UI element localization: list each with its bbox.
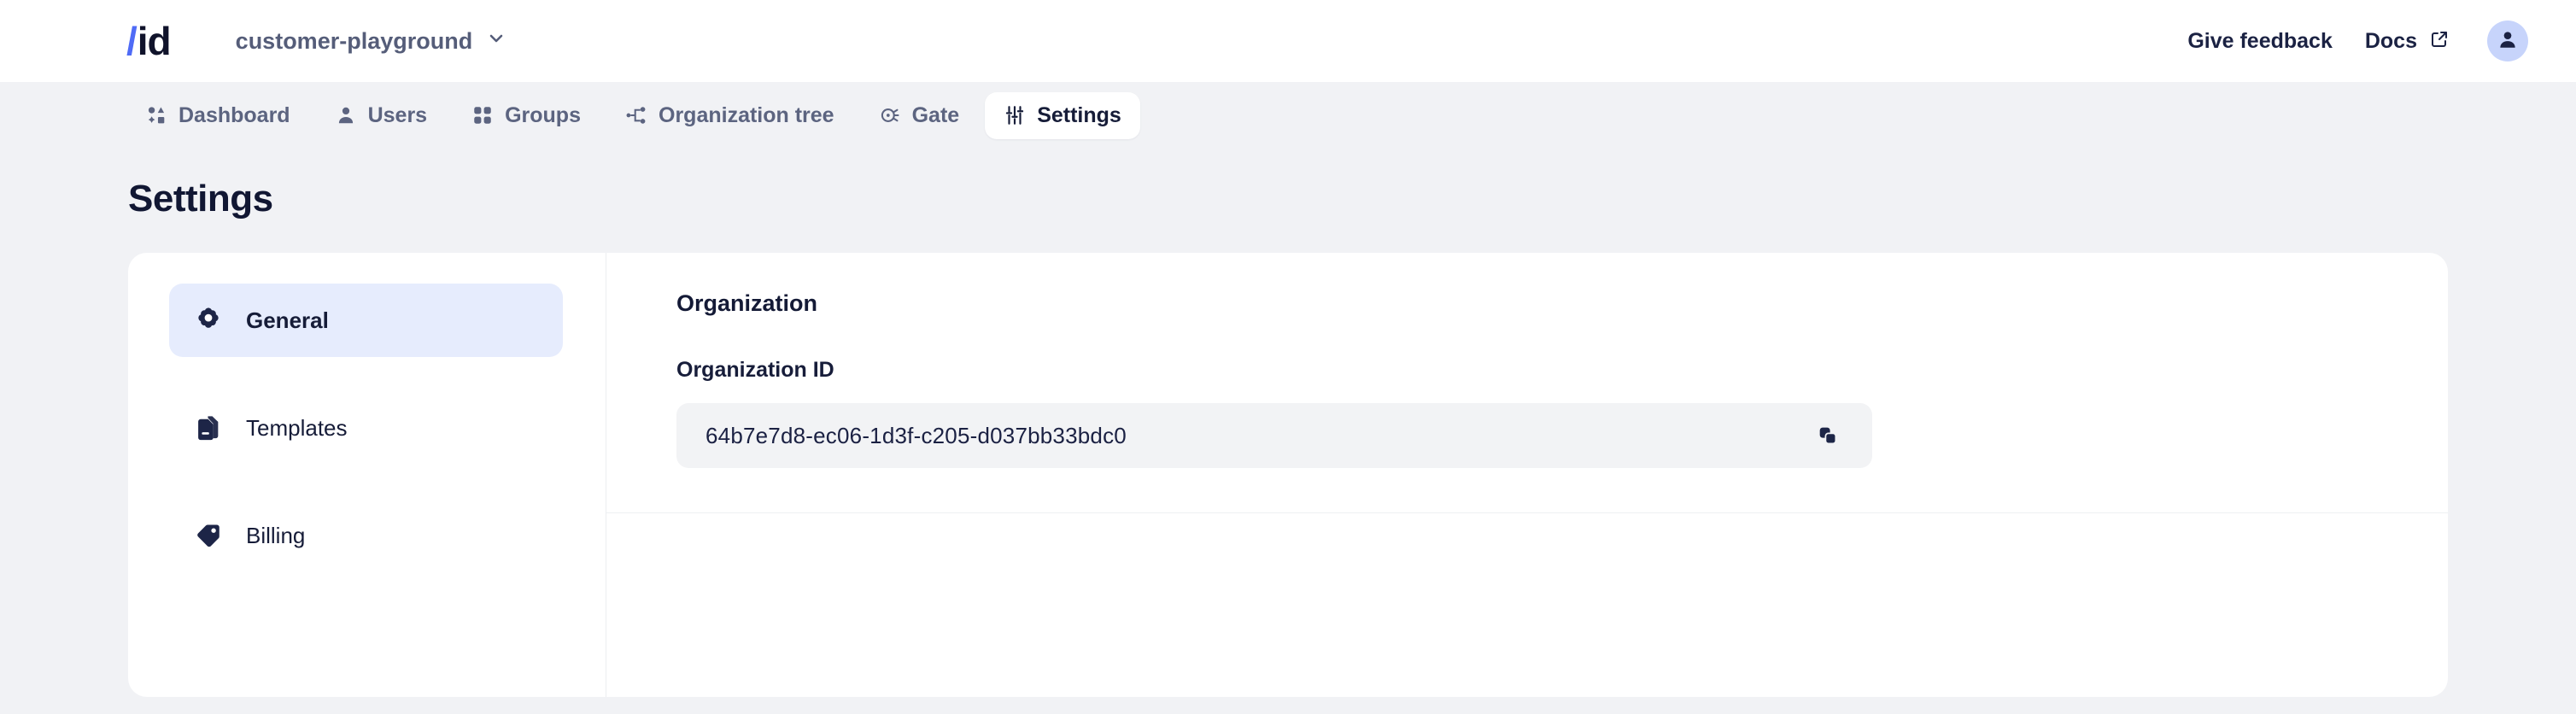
sidebar-item-general[interactable]: General <box>169 284 563 357</box>
settings-card: General Templates Billing Organization O… <box>128 253 2448 697</box>
dashboard-shapes-icon <box>145 104 167 126</box>
copy-icon[interactable] <box>1809 417 1847 454</box>
organization-switcher-label: customer-playground <box>235 27 473 54</box>
tab-users-label: Users <box>367 102 428 127</box>
header-actions: Give feedback Docs <box>2187 20 2528 61</box>
organization-id-label: Organization ID <box>676 358 834 382</box>
primary-tab-strip: Dashboard Users Groups Organization tree… <box>0 82 2576 149</box>
tab-gate[interactable]: Gate <box>860 92 979 139</box>
organization-id-field[interactable]: 64b7e7d8-ec06-1d3f-c205-d037bb33bdc0 <box>676 403 1872 468</box>
document-icon <box>193 413 224 442</box>
user-avatar[interactable] <box>2487 20 2528 61</box>
organization-section-next <box>606 513 2448 641</box>
organization-switcher[interactable]: customer-playground <box>236 28 507 55</box>
chevron-down-icon <box>486 28 506 55</box>
sidebar-item-billing-label: Billing <box>246 522 306 548</box>
user-avatar-icon <box>2497 28 2519 55</box>
app-logo[interactable]: / id <box>126 19 172 63</box>
tab-gate-label: Gate <box>911 102 960 127</box>
tab-dashboard[interactable]: Dashboard <box>126 92 309 139</box>
sidebar-item-billing[interactable]: Billing <box>169 499 563 572</box>
page-title: Settings <box>128 178 273 219</box>
sidebar-item-templates[interactable]: Templates <box>169 391 563 465</box>
sliders-icon <box>1004 104 1026 126</box>
organization-section: Organization Organization ID 64b7e7d8-ec… <box>606 253 2448 513</box>
top-header-bar: / id customer-playground Give feedback Do… <box>0 0 2576 82</box>
tab-organization-tree-label: Organization tree <box>659 102 834 127</box>
settings-side-nav: General Templates Billing <box>128 253 606 697</box>
tab-settings-label: Settings <box>1037 102 1121 127</box>
tab-dashboard-label: Dashboard <box>179 102 290 127</box>
sidebar-item-general-label: General <box>246 307 329 333</box>
docs-link[interactable]: Docs <box>2365 29 2450 54</box>
settings-content: Organization Organization ID 64b7e7d8-ec… <box>606 253 2448 697</box>
tab-groups-label: Groups <box>505 102 581 127</box>
sidebar-item-templates-label: Templates <box>246 414 348 441</box>
organization-id-value: 64b7e7d8-ec06-1d3f-c205-d037bb33bdc0 <box>705 422 1127 448</box>
gear-icon <box>193 306 224 335</box>
organization-section-title: Organization <box>676 290 818 316</box>
grid-dots-icon <box>471 104 494 126</box>
tab-groups[interactable]: Groups <box>453 92 600 139</box>
logo-text: id <box>137 19 172 63</box>
logo-slash: / <box>126 19 138 63</box>
user-icon <box>335 104 357 126</box>
tag-icon <box>193 521 224 550</box>
tab-organization-tree[interactable]: Organization tree <box>606 92 853 139</box>
tab-users[interactable]: Users <box>316 92 447 139</box>
give-feedback-link[interactable]: Give feedback <box>2187 29 2333 54</box>
tab-settings[interactable]: Settings <box>985 91 1140 139</box>
docs-link-label: Docs <box>2364 28 2417 53</box>
external-link-icon <box>2429 29 2450 54</box>
node-tree-icon <box>625 104 647 126</box>
gate-target-icon <box>879 104 901 126</box>
